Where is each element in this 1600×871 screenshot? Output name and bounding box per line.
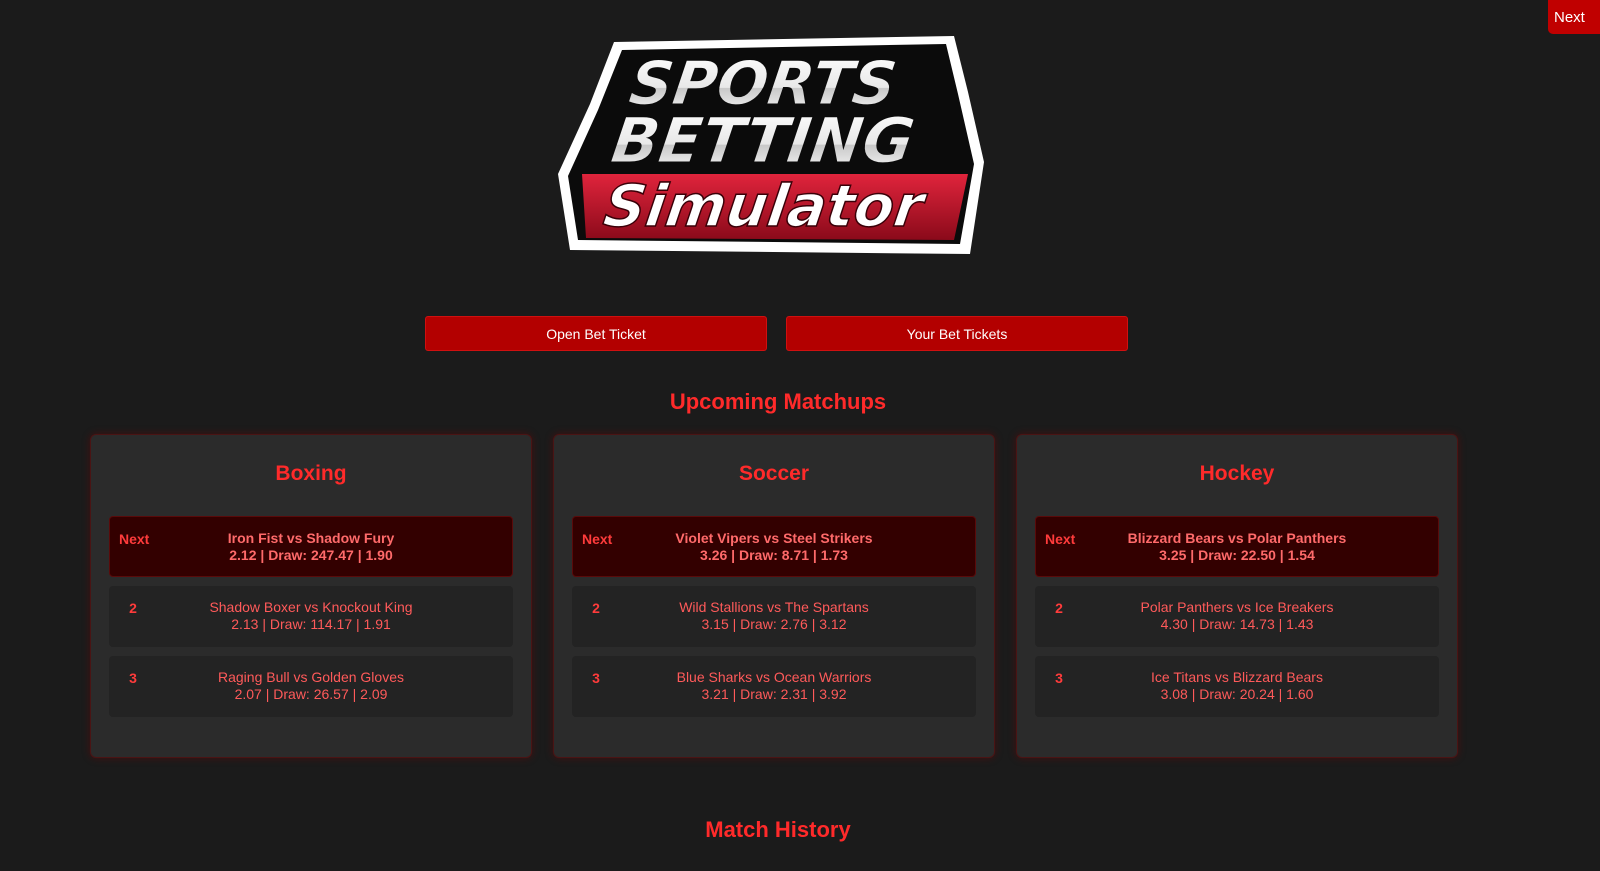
match-teams: Polar Panthers vs Ice Breakers [1140, 599, 1334, 615]
next-button[interactable]: Next [1548, 0, 1600, 34]
sport-title: Hockey [1199, 462, 1275, 485]
logo-line-simulator: Simulator [600, 172, 931, 240]
match-item[interactable]: 3 Ice Titans vs Blizzard Bears 3.08 | Dr… [1035, 656, 1439, 717]
match-item[interactable]: 3 Blue Sharks vs Ocean Warriors 3.21 | D… [572, 656, 976, 717]
match-list: Next Violet Vipers vs Steel Strikers 3.2… [572, 516, 976, 717]
sport-title: Soccer [738, 462, 810, 485]
match-item[interactable]: Next Violet Vipers vs Steel Strikers 3.2… [572, 516, 976, 577]
match-odds: 4.30 | Draw: 14.73 | 1.43 [1160, 616, 1314, 632]
sport-card-soccer: Soccer Next Violet Vipers vs Steel Strik… [553, 434, 995, 758]
match-list: Next Blizzard Bears vs Polar Panthers 3.… [1035, 516, 1439, 717]
sport-card-hockey: Hockey Next Blizzard Bears vs Polar Pant… [1016, 434, 1458, 758]
logo-line-betting: BETTING [607, 104, 919, 177]
match-teams: Violet Vipers vs Steel Strikers [675, 530, 873, 546]
match-item[interactable]: 2 Wild Stallions vs The Spartans 3.15 | … [572, 586, 976, 647]
action-buttons: Open Bet Ticket Your Bet Tickets [425, 316, 1128, 351]
match-odds: 3.15 | Draw: 2.76 | 3.12 [701, 616, 847, 632]
match-history-title: Match History [705, 817, 851, 842]
match-odds: 2.13 | Draw: 114.17 | 1.91 [231, 616, 391, 632]
match-item[interactable]: Next Iron Fist vs Shadow Fury 2.12 | Dra… [109, 516, 513, 577]
match-item[interactable]: 2 Shadow Boxer vs Knockout King 2.13 | D… [109, 586, 513, 647]
page: Next SPORTS BETTING Simulator Open Bet T… [0, 0, 1600, 871]
match-teams: Raging Bull vs Golden Gloves [218, 669, 404, 685]
match-teams: Wild Stallions vs The Spartans [679, 599, 869, 615]
sports-betting-simulator-logo: SPORTS BETTING Simulator [556, 34, 996, 269]
match-odds: 2.12 | Draw: 247.47 | 1.90 [229, 547, 393, 563]
match-item[interactable]: 3 Raging Bull vs Golden Gloves 2.07 | Dr… [109, 656, 513, 717]
match-teams: Blue Sharks vs Ocean Warriors [676, 669, 872, 685]
match-odds: 3.25 | Draw: 22.50 | 1.54 [1159, 547, 1315, 563]
match-odds: 2.07 | Draw: 26.57 | 2.09 [234, 686, 388, 702]
match-odds: 3.21 | Draw: 2.31 | 3.92 [701, 686, 847, 702]
open-bet-ticket-button[interactable]: Open Bet Ticket [425, 316, 767, 351]
match-odds: 3.08 | Draw: 20.24 | 1.60 [1160, 686, 1314, 702]
match-teams: Iron Fist vs Shadow Fury [227, 530, 395, 546]
sport-card-boxing: Boxing Next Iron Fist vs Shadow Fury 2.1… [90, 434, 532, 758]
your-bet-tickets-button[interactable]: Your Bet Tickets [786, 316, 1128, 351]
match-odds: 3.26 | Draw: 8.71 | 1.73 [700, 547, 848, 563]
sport-title: Boxing [275, 462, 347, 485]
match-teams: Ice Titans vs Blizzard Bears [1151, 669, 1323, 685]
match-item[interactable]: Next Blizzard Bears vs Polar Panthers 3.… [1035, 516, 1439, 577]
sport-cards: Boxing Next Iron Fist vs Shadow Fury 2.1… [90, 434, 1458, 758]
match-item[interactable]: 2 Polar Panthers vs Ice Breakers 4.30 | … [1035, 586, 1439, 647]
match-list: Next Iron Fist vs Shadow Fury 2.12 | Dra… [109, 516, 513, 717]
match-teams: Shadow Boxer vs Knockout King [209, 599, 413, 615]
match-teams: Blizzard Bears vs Polar Panthers [1127, 530, 1347, 546]
upcoming-matchups-title: Upcoming Matchups [669, 389, 887, 414]
